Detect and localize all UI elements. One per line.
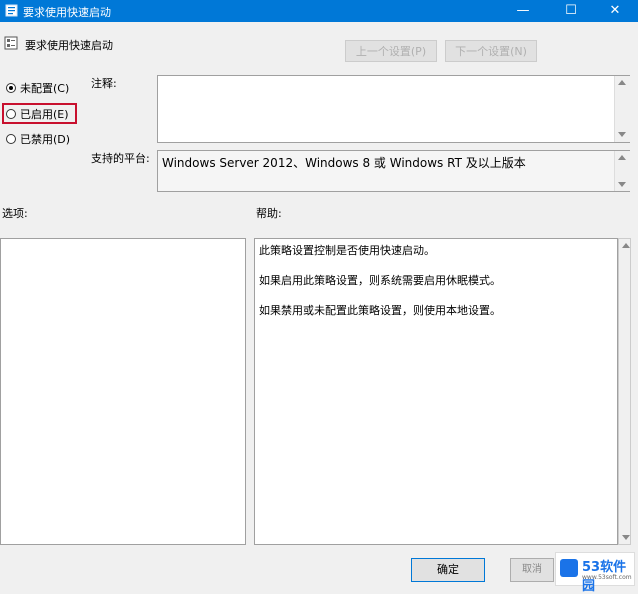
platform-textbox: Windows Server 2012、Windows 8 或 Windows … (157, 150, 630, 192)
comment-scrollbar[interactable] (614, 76, 630, 142)
radio-disabled[interactable]: 已禁用(D) (6, 131, 70, 147)
comment-textarea[interactable] (157, 75, 630, 143)
platform-scrollbar[interactable] (614, 151, 630, 191)
watermark-logo: 53软件园 www.53soft.com (555, 552, 635, 594)
scroll-up-icon (618, 80, 626, 85)
help-pane: 此策略设置控制是否使用快速启动。 如果启用此策略设置，则系统需要启用休眠模式。 … (254, 238, 618, 545)
scroll-down-icon (618, 182, 626, 187)
help-paragraph: 如果禁用或未配置此策略设置，则使用本地设置。 (259, 304, 501, 317)
policy-app-icon (5, 4, 18, 17)
radio-checked-icon (6, 83, 16, 93)
radio-unchecked-icon (6, 134, 16, 144)
radio-label: 已禁用(D) (20, 133, 71, 146)
maximize-button[interactable]: ☐ (548, 0, 594, 22)
minimize-button[interactable]: — (500, 0, 546, 22)
scroll-up-icon (618, 155, 626, 160)
comment-label: 注释: (91, 77, 117, 90)
policy-setting-icon (4, 36, 18, 50)
options-pane[interactable] (0, 238, 246, 545)
options-label: 选项: (2, 207, 28, 220)
previous-setting-button[interactable]: 上一个设置(P) (345, 40, 437, 62)
cancel-button[interactable]: 取消 (510, 558, 554, 582)
close-icon: ✕ (609, 3, 621, 18)
help-paragraph: 此策略设置控制是否使用快速启动。 (259, 244, 435, 257)
radio-label: 未配置(C) (20, 82, 70, 95)
ok-button[interactable]: 确定 (411, 558, 485, 582)
maximize-icon: ☐ (565, 3, 577, 18)
highlight-box (2, 103, 77, 124)
minimize-icon: — (516, 3, 530, 18)
scroll-down-icon (622, 535, 630, 540)
scroll-down-icon (618, 132, 626, 137)
brand-logo-icon (560, 559, 578, 577)
platform-label: 支持的平台: (91, 152, 150, 165)
help-scrollbar[interactable] (618, 238, 631, 545)
window-title: 要求使用快速启动 (23, 6, 111, 19)
policy-name: 要求使用快速启动 (25, 39, 113, 52)
watermark-url: www.53soft.com (582, 574, 632, 581)
help-paragraph: 如果启用此策略设置，则系统需要启用休眠模式。 (259, 274, 501, 287)
scroll-up-icon (622, 243, 630, 248)
title-bar: 要求使用快速启动 — ☐ ✕ (0, 0, 638, 22)
close-button[interactable]: ✕ (592, 0, 638, 22)
radio-not-configured[interactable]: 未配置(C) (6, 80, 69, 96)
help-label: 帮助: (256, 207, 282, 220)
next-setting-button[interactable]: 下一个设置(N) (445, 40, 537, 62)
